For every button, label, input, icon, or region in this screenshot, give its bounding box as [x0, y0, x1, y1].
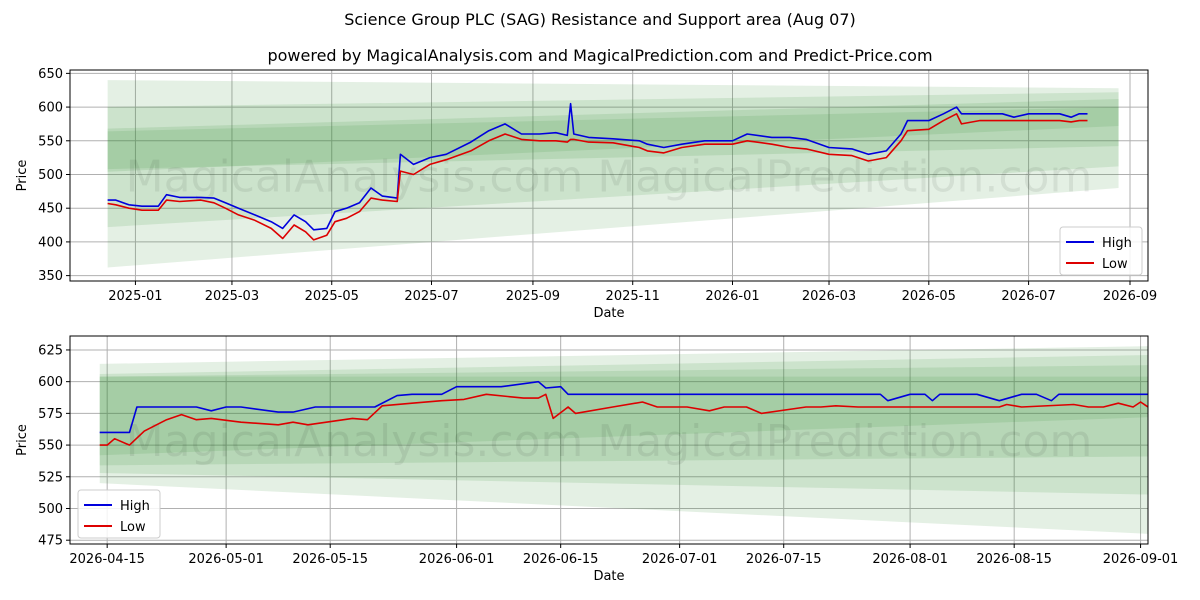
y-tick-label: 575 [38, 407, 63, 422]
y-tick-label: 600 [38, 101, 63, 116]
x-axis-label: Date [593, 306, 624, 321]
y-tick-label: 525 [38, 470, 63, 485]
watermark-text: MagicalAnalysis.com MagicalPrediction.co… [126, 152, 1093, 203]
x-tick-label: 2026-03 [802, 289, 856, 304]
x-tick-label: 2026-05-15 [292, 552, 368, 567]
x-tick-label: 2025-05 [305, 289, 359, 304]
y-tick-label: 625 [38, 343, 63, 358]
x-tick-label: 2025-03 [205, 289, 259, 304]
x-tick-label: 2025-09 [506, 289, 560, 304]
x-tick-label: 2025-07 [404, 289, 458, 304]
x-tick-label: 2026-09 [1103, 289, 1157, 304]
y-tick-label: 450 [38, 202, 63, 217]
y-tick-label: 500 [38, 168, 63, 183]
legend-box [1059, 226, 1143, 276]
x-tick-label: 2026-06-15 [523, 552, 599, 567]
legend-label-high: High [1102, 236, 1132, 251]
x-tick-label: 2026-07-01 [642, 552, 718, 567]
legend-label-low: Low [1102, 257, 1128, 272]
x-tick-label: 2026-07 [1001, 289, 1055, 304]
y-tick-label: 400 [38, 235, 63, 250]
legend: High Low [1059, 226, 1143, 276]
x-axis-label: Date [593, 569, 624, 584]
y-axis-label: Price [15, 424, 30, 456]
y-axis-label: Price [15, 160, 30, 192]
y-tick-label: 600 [38, 375, 63, 390]
plot-area-1: MagicalAnalysis.com MagicalPrediction.co… [70, 70, 1148, 281]
y-tick-label: 500 [38, 502, 63, 517]
x-tick-label: 2026-05 [902, 289, 956, 304]
legend: High Low [77, 489, 161, 539]
x-tick-label: 2026-08-15 [976, 552, 1052, 567]
x-tick-label: 2026-09-01 [1103, 552, 1179, 567]
charts-canvas: MagicalAnalysis.com MagicalPrediction.co… [15, 67, 1179, 584]
x-tick-label: 2026-07-15 [746, 552, 822, 567]
y-tick-label: 475 [38, 534, 63, 549]
y-tick-label: 350 [38, 269, 63, 284]
y-tick-label: 650 [38, 67, 63, 82]
plot-area-2: MagicalAnalysis.com MagicalPrediction.co… [70, 336, 1148, 544]
y-tick-label: 550 [38, 134, 63, 149]
legend-label-low: Low [120, 520, 146, 535]
x-tick-label: 2026-06-01 [419, 552, 495, 567]
legend-label-high: High [120, 499, 150, 514]
x-tick-label: 2025-01 [108, 289, 162, 304]
legend-box [77, 489, 161, 539]
y-tick-label: 550 [38, 439, 63, 454]
x-tick-label: 2026-05-01 [188, 552, 264, 567]
x-tick-label: 2025-11 [606, 289, 660, 304]
x-tick-label: 2026-08-01 [872, 552, 948, 567]
x-tick-label: 2026-01 [705, 289, 759, 304]
x-tick-label: 2026-04-15 [69, 552, 145, 567]
